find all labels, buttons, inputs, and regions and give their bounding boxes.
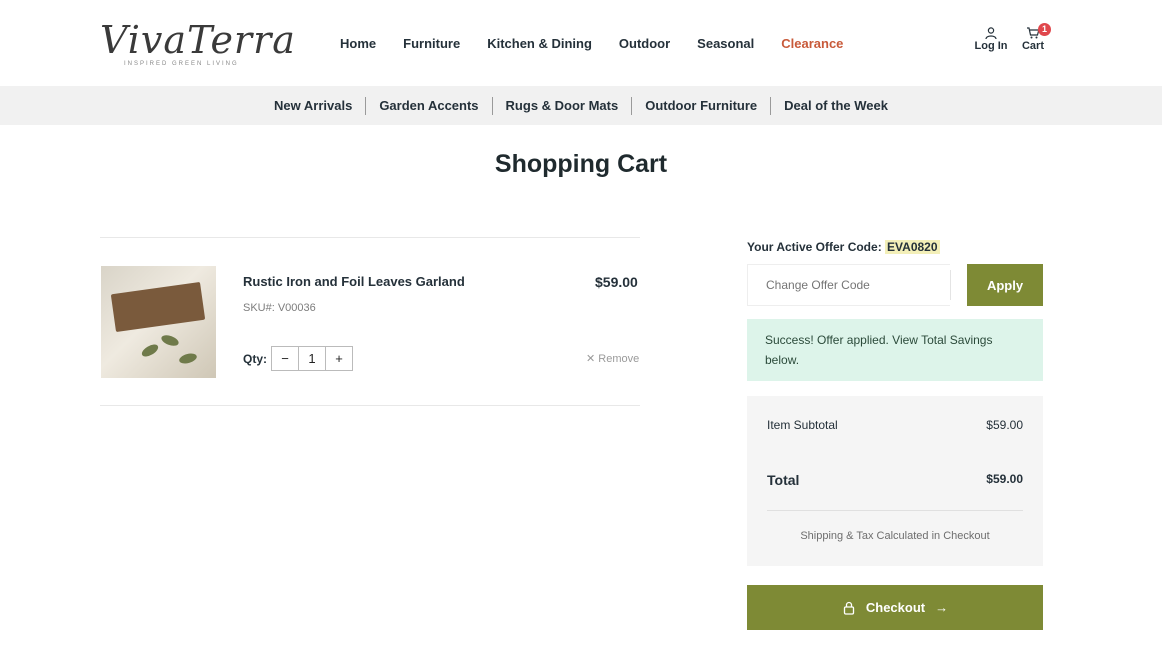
logo-tagline: INSPIRED GREEN LIVING [124, 61, 239, 67]
checkout-label: Checkout [865, 600, 926, 615]
login-link[interactable]: Log In [973, 26, 1009, 52]
cart-link[interactable]: Cart 1 [1018, 23, 1051, 52]
product-image[interactable] [101, 266, 216, 378]
cart-divider-top [100, 237, 640, 238]
arrow-right-icon: → [935, 600, 949, 615]
quantity-increase-button[interactable]: + [326, 347, 352, 370]
nav-clearance[interactable]: Clearance [781, 36, 843, 56]
quantity-label: Qty: [243, 352, 267, 366]
cart-divider-bottom [100, 405, 640, 406]
total-row: Total $59.00 [767, 472, 1023, 488]
site-header: VivaTerra INSPIRED GREEN LIVING Home Fur… [0, 0, 1162, 86]
checkout-button[interactable]: Checkout → [747, 585, 1043, 630]
active-offer-label: Your Active Offer Code: [747, 240, 882, 254]
nav-home[interactable]: Home [340, 36, 376, 56]
cart-label: Cart [1021, 40, 1044, 52]
subnav-garden-accents[interactable]: Garden Accents [366, 96, 493, 115]
nav-kitchen-dining[interactable]: Kitchen & Dining [487, 36, 592, 56]
product-image-leaf [160, 333, 180, 348]
lock-icon [843, 601, 855, 615]
remove-item-link[interactable]: ✕ Remove [586, 352, 639, 365]
main-nav: Home Furniture Kitchen & Dining Outdoor … [340, 36, 870, 56]
summary-divider [767, 510, 1023, 511]
cart-count-badge: 1 [1038, 23, 1051, 36]
logo-text: VivaTerra [100, 18, 296, 62]
user-icon [985, 27, 997, 40]
login-label: Log In [974, 40, 1008, 52]
page-title: Shopping Cart [494, 150, 668, 178]
subnav-deal-of-the-week[interactable]: Deal of the Week [771, 97, 901, 115]
secondary-nav: New Arrivals Garden Accents Rugs & Door … [0, 86, 1162, 125]
subtotal-row: Item Subtotal $59.00 [767, 418, 1023, 432]
total-label: Total [767, 472, 800, 488]
shipping-note: Shipping & Tax Calculated in Checkout [800, 530, 990, 542]
order-summary: Item Subtotal $59.00 Total $59.00 Shippi… [747, 396, 1043, 566]
product-image-leaf [178, 351, 198, 366]
total-value: $59.00 [986, 472, 1023, 486]
nav-outdoor[interactable]: Outdoor [619, 36, 670, 56]
apply-offer-button[interactable]: Apply [967, 264, 1043, 306]
quantity-decrease-button[interactable]: − [272, 347, 298, 370]
active-offer-code: EVA0820 [885, 240, 940, 254]
nav-furniture[interactable]: Furniture [403, 36, 460, 56]
product-image-box [110, 281, 206, 333]
subnav-outdoor-furniture[interactable]: Outdoor Furniture [632, 96, 772, 115]
subnav-new-arrivals[interactable]: New Arrivals [261, 96, 367, 115]
nav-seasonal[interactable]: Seasonal [697, 36, 754, 56]
product-sku: SKU#: V00036 [243, 302, 316, 314]
subtotal-label: Item Subtotal [767, 418, 838, 432]
product-price: $59.00 [595, 274, 638, 290]
offer-code-input[interactable] [747, 264, 950, 306]
offer-success-message: Success! Offer applied. View Total Savin… [747, 319, 1043, 381]
subnav-rugs-door-mats[interactable]: Rugs & Door Mats [493, 96, 633, 115]
subtotal-value: $59.00 [986, 418, 1023, 432]
product-image-leaf [139, 342, 161, 359]
quantity-stepper: − 1 + [271, 346, 353, 371]
product-name[interactable]: Rustic Iron and Foil Leaves Garland [243, 274, 465, 289]
quantity-value[interactable]: 1 [298, 347, 326, 370]
active-offer-line: Your Active Offer Code: EVA0820 [747, 240, 940, 254]
brand-logo[interactable]: VivaTerra INSPIRED GREEN LIVING [100, 18, 295, 72]
offer-input-divider [950, 270, 951, 300]
